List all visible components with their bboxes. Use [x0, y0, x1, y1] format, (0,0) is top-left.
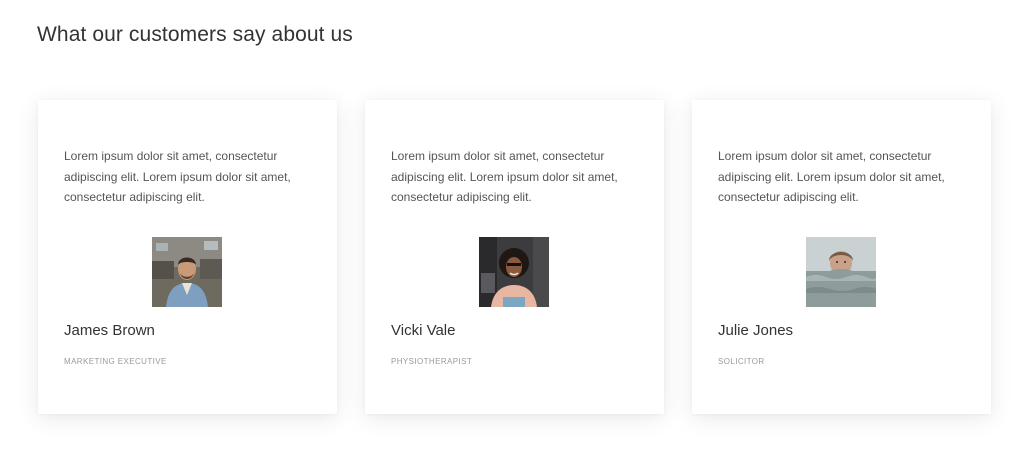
customer-role: SOLICITOR: [718, 357, 765, 366]
customer-photo: [806, 237, 876, 307]
testimonial-card: Lorem ipsum dolor sit amet, consectetur …: [692, 100, 991, 414]
person-photo-icon: [479, 237, 549, 307]
customer-role: PHYSIOTHERAPIST: [391, 357, 473, 366]
customer-name: James Brown: [64, 322, 155, 339]
testimonials-page: What our customers say about us Lorem ip…: [0, 0, 1024, 459]
testimonial-card: Lorem ipsum dolor sit amet, consectetur …: [365, 100, 664, 414]
testimonial-cards: Lorem ipsum dolor sit amet, consectetur …: [38, 100, 991, 414]
customer-name: Vicki Vale: [391, 322, 456, 339]
testimonial-quote: Lorem ipsum dolor sit amet, consectetur …: [391, 149, 618, 204]
customer-photo: [479, 237, 549, 307]
customer-photo: [152, 237, 222, 307]
section-title: What our customers say about us: [37, 23, 353, 46]
customer-name: Julie Jones: [718, 322, 794, 339]
testimonial-quote: Lorem ipsum dolor sit amet, consectetur …: [64, 149, 291, 204]
testimonial-card: Lorem ipsum dolor sit amet, consectetur …: [38, 100, 337, 414]
person-photo-icon: [152, 237, 222, 307]
customer-role: MARKETING EXECUTIVE: [64, 357, 167, 366]
person-photo-icon: [806, 237, 876, 307]
testimonial-quote: Lorem ipsum dolor sit amet, consectetur …: [718, 149, 945, 204]
